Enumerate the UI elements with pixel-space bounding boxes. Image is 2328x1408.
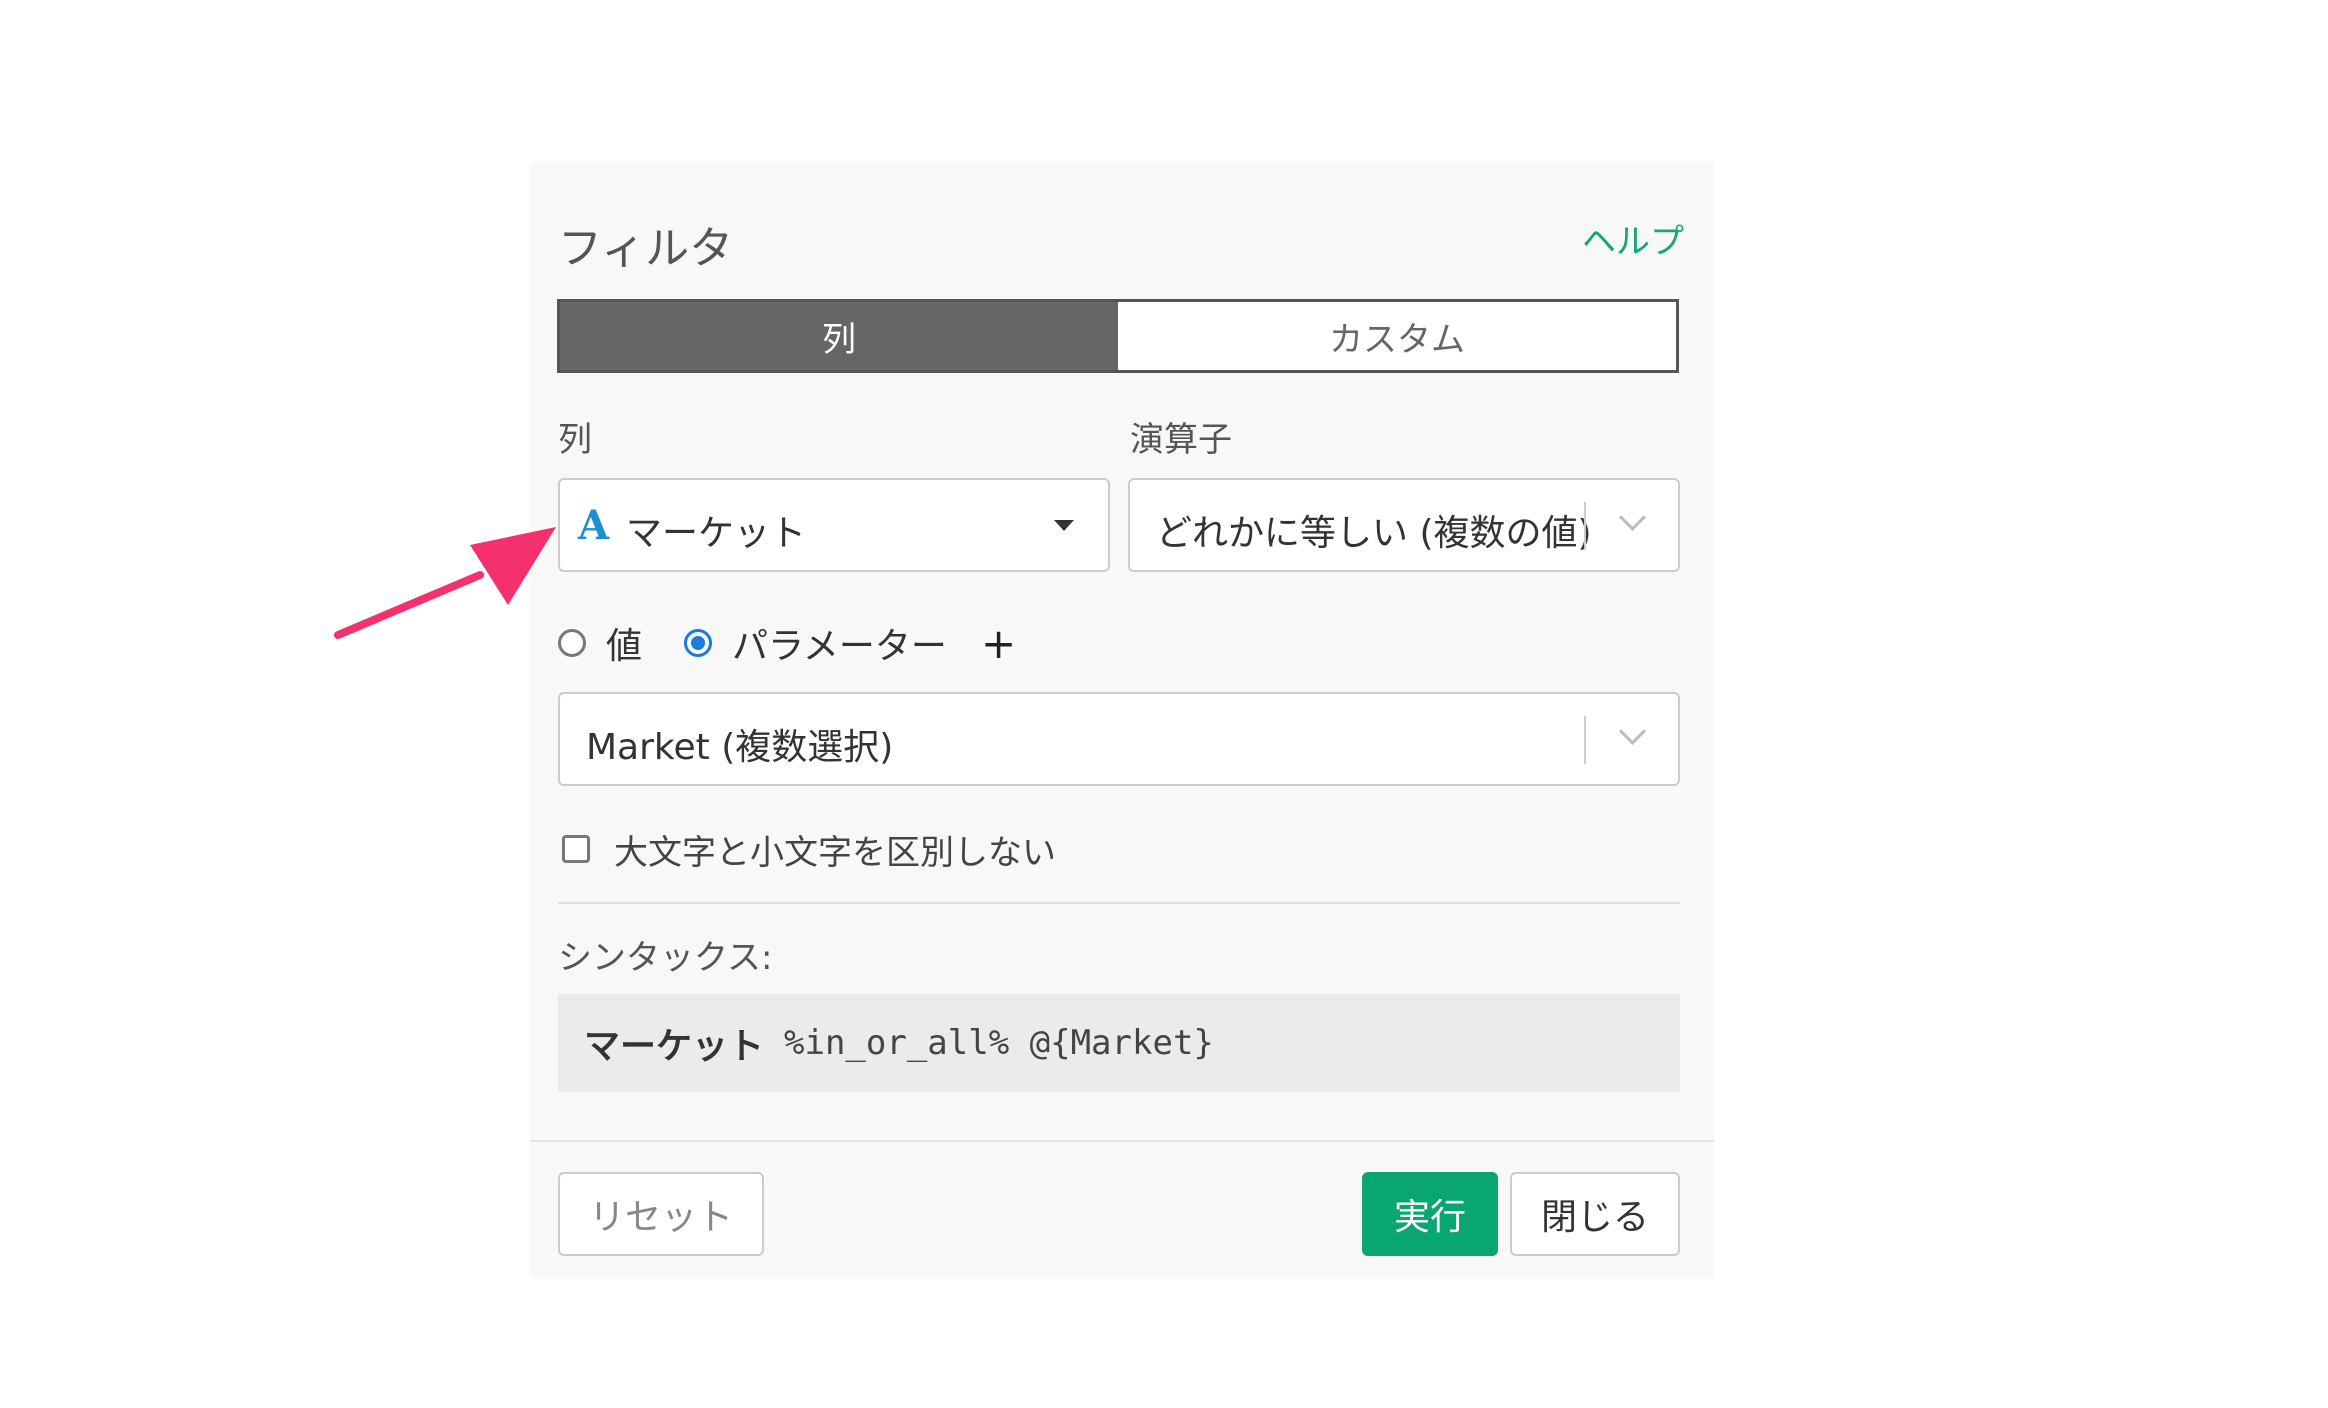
syntax-column: マーケット [584, 1026, 765, 1067]
case-insensitive-label: 大文字と小文字を区別しない [614, 832, 1056, 873]
select-separator [1584, 716, 1586, 764]
operator-select-value: どれかに等しい (複数の値) [1156, 513, 1592, 554]
arrow-shaft [334, 571, 484, 639]
case-insensitive-checkbox[interactable] [562, 835, 590, 863]
select-separator [1584, 502, 1586, 550]
arrow-head [470, 527, 556, 605]
operator-select[interactable]: どれかに等しい (複数の値) [1128, 478, 1680, 572]
operator-field-label: 演算子 [1130, 420, 1232, 460]
tab-column[interactable]: 列 [560, 302, 1118, 370]
arrow-icon [334, 527, 556, 639]
caret-down-icon [1054, 520, 1074, 531]
case-insensitive-row: 大文字と小文字を区別しない [562, 824, 1056, 874]
column-select-value: マーケット [626, 513, 807, 554]
help-link[interactable]: ヘルプ [1582, 214, 1684, 263]
divider [558, 902, 1680, 904]
tab-custom[interactable]: カスタム [1118, 302, 1676, 370]
syntax-expression: %in_or_all% @{Market} [784, 1023, 1214, 1063]
value-mode-group: 値 パラメーター + [558, 618, 1016, 668]
column-select[interactable]: A マーケット [558, 478, 1110, 572]
filter-dialog: フィルタ ヘルプ 列 カスタム 列 演算子 A マーケット どれかに等しい (複… [530, 162, 1714, 1278]
radio-value-label: 値 [606, 626, 643, 667]
dialog-title: フィルタ [558, 223, 734, 274]
close-button[interactable]: 閉じる [1510, 1172, 1680, 1256]
run-button[interactable]: 実行 [1362, 1172, 1498, 1256]
plus-icon[interactable]: + [981, 619, 1016, 668]
chevron-down-icon[interactable] [1619, 504, 1646, 531]
footer-divider [530, 1140, 1714, 1142]
column-field-label: 列 [558, 420, 592, 460]
radio-parameter[interactable] [684, 629, 713, 657]
parameter-select[interactable]: Market (複数選択) [558, 692, 1680, 786]
text-type-icon: A [578, 502, 610, 549]
chevron-down-icon[interactable] [1619, 718, 1646, 745]
syntax-label: シンタックス: [558, 938, 773, 978]
syntax-preview: マーケット %in_or_all% @{Market} [558, 994, 1680, 1092]
radio-parameter-label: パラメーター [732, 626, 947, 667]
mode-tabs: 列 カスタム [557, 299, 1679, 373]
parameter-select-value: Market (複数選択) [586, 727, 894, 768]
reset-button[interactable]: リセット [558, 1172, 764, 1256]
